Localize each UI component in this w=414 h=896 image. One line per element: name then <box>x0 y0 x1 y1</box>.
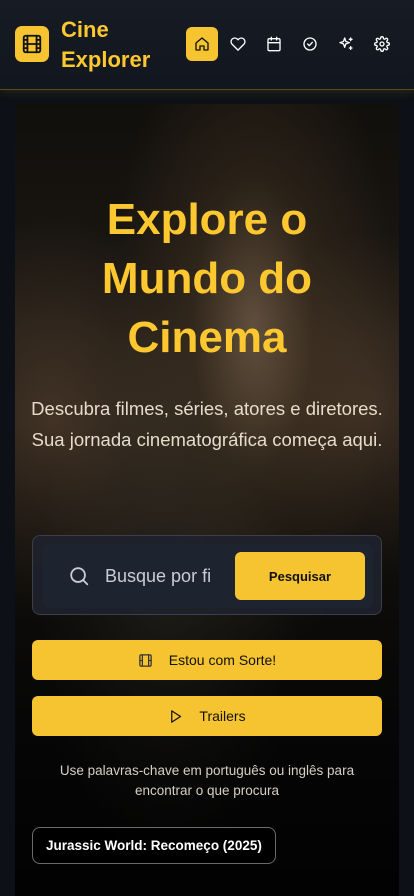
nav-watched-button[interactable] <box>294 27 326 61</box>
film-logo-icon[interactable] <box>15 26 49 62</box>
trailers-button-label: Trailers <box>199 708 246 724</box>
hero-section: Explore o Mundo do Cinema Descubra filme… <box>15 104 399 896</box>
home-icon <box>195 37 209 51</box>
app-header: Cine Explorer <box>0 0 414 90</box>
brand-line-2: Explorer <box>61 47 151 72</box>
search-input[interactable] <box>105 560 220 592</box>
hero-title-line: Explore o <box>106 195 308 244</box>
top-nav <box>186 27 402 61</box>
check-circle-icon <box>303 37 317 51</box>
search-hint: Use palavras-chave em português ou inglê… <box>59 763 355 798</box>
brand-line-1: Cine <box>61 17 109 42</box>
search-card: Pesquisar <box>32 535 382 615</box>
hero-title-line: Cinema <box>127 313 287 362</box>
gear-icon <box>374 36 390 52</box>
hero-subtitle: Descubra filmes, séries, atores e direto… <box>31 398 383 450</box>
hero-title-line: Mundo do <box>101 254 313 303</box>
calendar-icon <box>267 36 281 52</box>
play-icon <box>171 709 182 723</box>
search-icon <box>70 567 89 586</box>
lucky-button-label: Estou com Sorte! <box>168 652 277 668</box>
heart-icon <box>230 37 246 51</box>
film-icon <box>139 653 152 667</box>
nav-favorites-button[interactable] <box>222 27 254 61</box>
search-box: Pesquisar <box>43 544 373 608</box>
nav-home-button[interactable] <box>186 27 218 61</box>
trailers-button[interactable]: Trailers <box>32 696 382 736</box>
lucky-button[interactable]: Estou com Sorte! <box>32 640 382 680</box>
nav-calendar-button[interactable] <box>258 27 290 61</box>
brand-title[interactable]: Cine Explorer <box>61 15 150 75</box>
hero-title: Explore o Mundo do Cinema <box>15 190 399 367</box>
sparkles-icon <box>339 37 353 50</box>
featured-movie-chip[interactable]: Jurassic World: Recomeço (2025) <box>32 827 276 864</box>
nav-recommendations-button[interactable] <box>330 27 362 61</box>
search-button[interactable]: Pesquisar <box>235 552 365 600</box>
nav-settings-button[interactable] <box>366 27 398 61</box>
